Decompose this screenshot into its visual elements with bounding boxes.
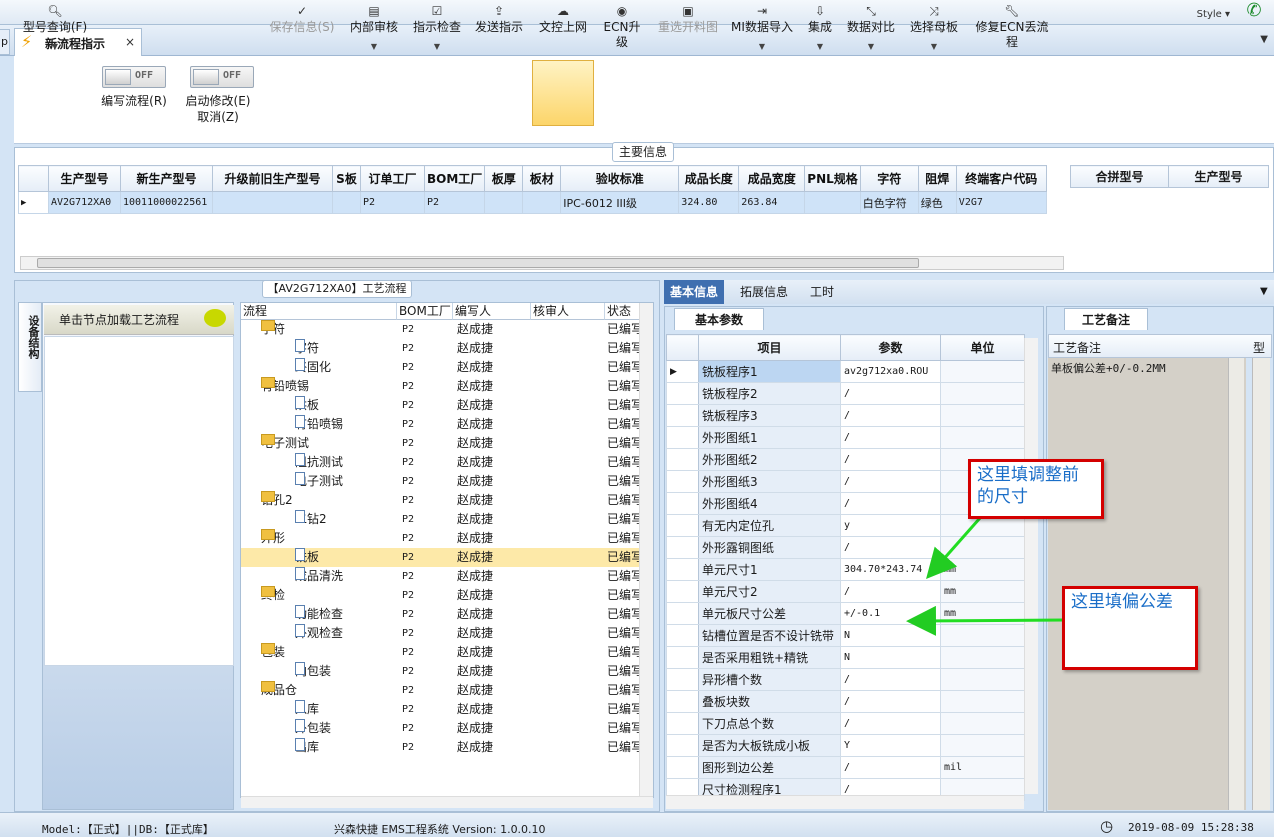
- status-model: Model:【正式】||DB:【正式库】: [42, 823, 214, 836]
- status-system: 兴森快捷 EMS工程系统 Version: 1.0.0.10: [334, 823, 546, 836]
- arrow-tolerance: [906, 605, 1065, 636]
- status-bar: Model:【正式】||DB:【正式库】 兴森快捷 EMS工程系统 Versio…: [0, 812, 1274, 837]
- annotation-arrows: [906, 517, 1065, 636]
- callout-tolerance: 这里填偏公差: [1062, 586, 1198, 670]
- clock-icon: ◷: [1100, 817, 1114, 835]
- status-datetime: 2019-08-09 15:28:38: [1128, 821, 1254, 834]
- callout-before-size: 这里填调整前的尺寸: [968, 459, 1104, 519]
- arrow-before-size: [926, 517, 982, 579]
